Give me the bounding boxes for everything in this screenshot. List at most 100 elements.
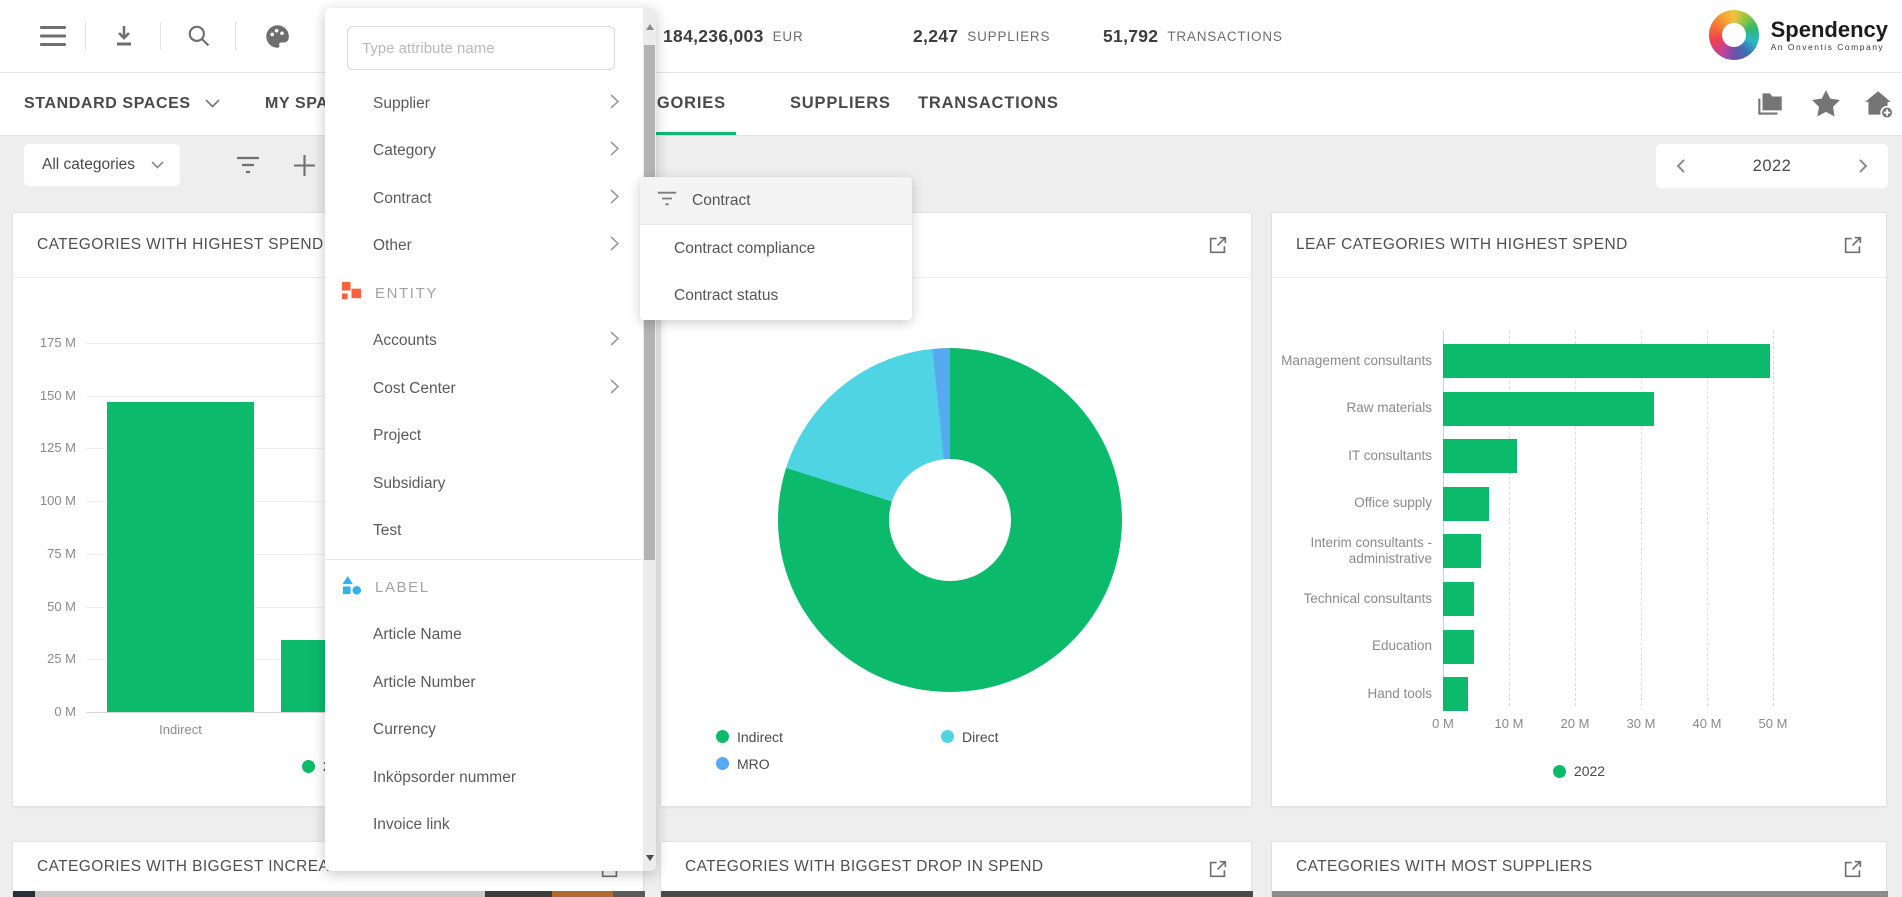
top-bar: 184,236,003 EUR 2,247 SUPPLIERS 51,792 T…	[0, 0, 1902, 73]
submenu-item-contract-status[interactable]: Contract status	[640, 273, 912, 320]
total-spend-value: 184,236,003	[663, 26, 764, 47]
spaces-nav-bar: STANDARD SPACES MY SPACES CATEGORIES SUP…	[0, 72, 1902, 136]
chevron-down-icon	[151, 161, 164, 169]
attribute-item-currency[interactable]: Currency	[325, 707, 643, 755]
total-spend-stat: 184,236,003 EUR	[663, 0, 804, 72]
chevron-right-icon	[610, 189, 619, 209]
panel-scrollbar[interactable]	[643, 8, 656, 871]
attribute-item-label: Cost Center	[373, 380, 456, 398]
attribute-item-other[interactable]: Other	[325, 223, 643, 271]
y-axis-tick-label: 175 M	[21, 335, 76, 350]
attribute-item-subsidiary[interactable]: Subsidiary	[325, 460, 643, 508]
bar-technical-consultants[interactable]	[1443, 582, 1474, 616]
favorite-star-icon[interactable]	[1812, 72, 1840, 135]
year-value: 2022	[1753, 157, 1792, 176]
filter-icon[interactable]	[235, 144, 261, 186]
year-next-button[interactable]	[1854, 154, 1872, 178]
bar-management-consultants[interactable]	[1443, 344, 1770, 378]
y-axis-tick-label: 0 M	[21, 704, 76, 719]
category-label: Management consultants	[1280, 337, 1432, 385]
add-widget-icon[interactable]	[293, 144, 316, 186]
attribute-search-input[interactable]	[347, 26, 615, 70]
y-axis-tick-label: 125 M	[21, 440, 76, 455]
submenu-item-label: Contract	[692, 192, 751, 210]
attribute-item-contract[interactable]: Contract	[325, 175, 643, 223]
tab-suppliers-label: SUPPLIERS	[790, 94, 891, 113]
attribute-item-label: Project	[373, 427, 421, 445]
category-select[interactable]: All categories	[24, 144, 180, 186]
legend-dot	[716, 757, 729, 770]
external-link-icon[interactable]	[1207, 858, 1229, 885]
standard-spaces-menu[interactable]: STANDARD SPACES	[24, 72, 220, 135]
section-header-label: LABEL	[375, 579, 430, 596]
bar-interim-consultants-administrative[interactable]	[1443, 534, 1481, 568]
attribute-item-project[interactable]: Project	[325, 413, 643, 461]
transactions-stat: 51,792 TRANSACTIONS	[1103, 0, 1283, 72]
bar-office-supply[interactable]	[1443, 487, 1489, 521]
attribute-item-article-name[interactable]: Article Name	[325, 612, 643, 660]
divider	[235, 22, 236, 50]
tab-transactions[interactable]: TRANSACTIONS	[918, 72, 1059, 135]
attribute-panel-items: SupplierCategoryContractOtherENTITYAccou…	[325, 80, 643, 849]
attribute-item-invoice-link[interactable]: Invoice link	[325, 802, 643, 850]
horizontal-bar-chart: 0 M10 M20 M30 M40 M50 MManagement consul…	[1272, 213, 1886, 806]
bar-raw-materials[interactable]	[1443, 392, 1654, 426]
attribute-item-label: Other	[373, 237, 412, 255]
attribute-item-label: Contract	[373, 190, 432, 208]
bar-it-consultants[interactable]	[1443, 439, 1517, 473]
legend-item-mro[interactable]: MRO	[716, 750, 941, 777]
legend-item-indirect[interactable]: Indirect	[716, 723, 941, 750]
legend-item-2022[interactable]: 2022	[1272, 763, 1886, 779]
tab-suppliers[interactable]: SUPPLIERS	[790, 72, 891, 135]
card-most-suppliers: CATEGORIES WITH MOST SUPPLIERS	[1271, 841, 1887, 897]
category-label: Technical consultants	[1280, 575, 1432, 623]
legend-dot	[716, 730, 729, 743]
attribute-item-cost-center[interactable]: Cost Center	[325, 365, 643, 413]
card-leaf-categories-highest-spend: LEAF CATEGORIES WITH HIGHEST SPEND 0 M10…	[1271, 212, 1887, 807]
category-label: Raw materials	[1280, 385, 1432, 433]
gridline	[1509, 331, 1510, 706]
workspaces-folder-icon[interactable]	[1754, 72, 1786, 135]
attribute-item-article-number[interactable]: Article Number	[325, 659, 643, 707]
external-link-icon[interactable]	[1842, 858, 1864, 885]
label-shapes-icon	[341, 575, 362, 600]
chevron-right-icon	[610, 236, 619, 256]
bar-education[interactable]	[1443, 630, 1474, 664]
search-icon[interactable]	[170, 0, 228, 72]
category-select-value: All categories	[42, 156, 135, 174]
attribute-picker-panel: SupplierCategoryContractOtherENTITYAccou…	[325, 8, 656, 871]
gridline	[1773, 331, 1774, 706]
divider	[160, 22, 161, 50]
y-axis-tick-label: 150 M	[21, 388, 76, 403]
submenu-item-contract-compliance[interactable]: Contract compliance	[640, 225, 912, 272]
hamburger-menu-icon[interactable]	[24, 0, 82, 72]
attribute-item-supplier[interactable]: Supplier	[325, 80, 643, 128]
scroll-up-arrow-icon[interactable]	[646, 24, 654, 30]
brand-name: Spendency	[1771, 18, 1888, 41]
suppliers-value: 2,247	[913, 26, 958, 47]
attribute-item-test[interactable]: Test	[325, 508, 643, 556]
submenu-item-contract[interactable]: Contract	[640, 177, 912, 225]
submenu-item-label: Contract status	[656, 287, 778, 305]
legend-dot	[941, 730, 954, 743]
gridline	[1641, 331, 1642, 706]
chevron-right-icon	[610, 94, 619, 114]
palette-icon[interactable]	[248, 0, 306, 72]
bar-hand-tools[interactable]	[1443, 677, 1468, 711]
legend-label: Direct	[962, 729, 999, 745]
legend-dot	[302, 760, 315, 773]
donut-hole	[889, 459, 1011, 581]
download-icon[interactable]	[95, 0, 153, 72]
legend-item-direct[interactable]: Direct	[941, 723, 1166, 750]
attribute-item-label: Inköpsorder nummer	[373, 769, 516, 787]
category-label: Hand tools	[1280, 670, 1432, 718]
brand-ring-icon	[1709, 10, 1759, 60]
chevron-right-icon	[610, 379, 619, 399]
attribute-item-accounts[interactable]: Accounts	[325, 318, 643, 366]
scroll-down-arrow-icon[interactable]	[646, 855, 654, 861]
home-add-icon[interactable]	[1862, 72, 1894, 135]
bar-Indirect[interactable]	[107, 402, 254, 712]
year-prev-button[interactable]	[1672, 154, 1690, 178]
attribute-item-category[interactable]: Category	[325, 128, 643, 176]
attribute-item-ink-psorder-nummer[interactable]: Inköpsorder nummer	[325, 754, 643, 802]
